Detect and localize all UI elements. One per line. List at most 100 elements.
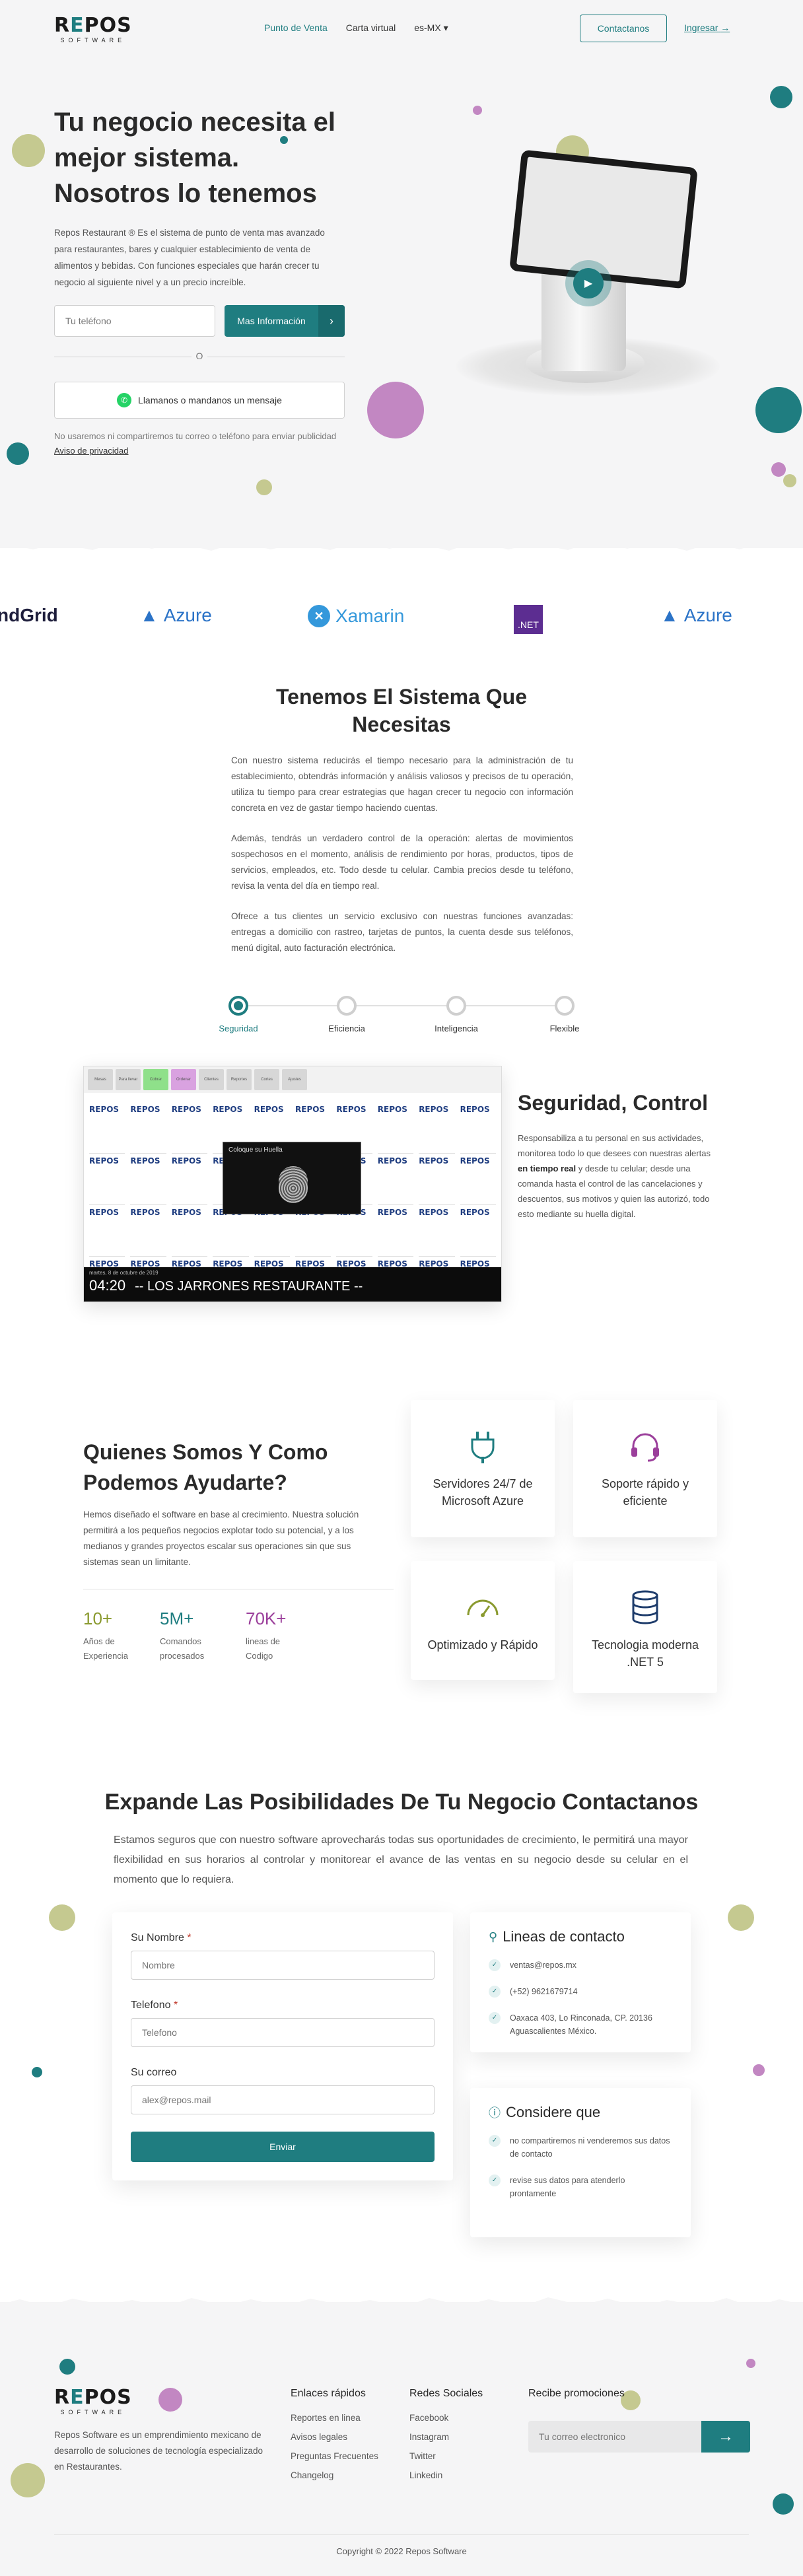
step-label: Seguridad — [219, 1024, 258, 1033]
table-tile: REPOS — [336, 1208, 372, 1257]
email-field[interactable] — [131, 2085, 435, 2114]
feature-card-support: Soporte rápido y eficiente — [573, 1400, 717, 1537]
considere-item-text: no compartiremos ni venderemos sus datos… — [510, 2136, 670, 2159]
contact-email[interactable]: ✓ ventas@repos.mx — [489, 1959, 672, 1972]
decor-dot — [755, 387, 802, 433]
pos-screen-display — [516, 157, 691, 282]
expande-title: Expande Las Posibilidades De Tu Negocio … — [0, 1790, 803, 1815]
card-label: Servidores 24/7 de Microsoft Azure — [433, 1477, 533, 1508]
main-nav: Punto de Venta Carta virtual es-MX ▾ — [264, 22, 448, 34]
check-icon: ✓ — [489, 2175, 501, 2186]
app-toolbar: Mesas Para llevar Cobrar Ordenar Cliente… — [84, 1066, 501, 1093]
chevron-right-icon: › — [318, 305, 345, 337]
footer-logo[interactable]: REPOS SOFTWARE — [54, 2388, 132, 2416]
stat-label-line: procesados — [160, 1651, 205, 1661]
footer-link[interactable]: Twitter — [409, 2451, 483, 2461]
quienes-description: Hemos diseñado el software en base al cr… — [83, 1510, 359, 1567]
control-description: Responsabiliza a tu personal en sus acti… — [518, 1131, 722, 1222]
sistema-paragraph: Ofrece a tus clientes un servicio exclus… — [231, 911, 573, 953]
nav-carta-virtual[interactable]: Carta virtual — [346, 22, 396, 34]
footer-divider — [54, 2534, 749, 2535]
step-eficiencia[interactable]: Eficiencia — [310, 996, 383, 1033]
decor-dot — [59, 2359, 75, 2375]
footer-link[interactable]: Facebook — [409, 2413, 483, 2423]
logo-subtitle: SOFTWARE — [60, 37, 126, 44]
table-tile: REPOS — [171, 1105, 208, 1154]
quienes-title-plain: Quienes Somos Y — [83, 1440, 268, 1464]
tech-logo-datagrid: ndGrid — [0, 605, 58, 626]
step-label: Flexible — [549, 1024, 580, 1033]
control-title-bold: Control — [633, 1091, 708, 1115]
table-tile: REPOS — [130, 1156, 166, 1205]
app-status-bar: martes, 8 de octubre de 2019 04:20 -- LOS… — [84, 1267, 501, 1302]
considere-card: ⓘ Considere que ✓ no compartiremos ni vend… — [470, 2088, 691, 2237]
phone-input[interactable] — [54, 305, 215, 337]
newsletter-email-input[interactable] — [528, 2421, 701, 2453]
required-mark: * — [173, 2000, 178, 2011]
privacy-link[interactable]: Aviso de privacidad — [54, 446, 129, 456]
plug-icon — [463, 1426, 503, 1466]
stat-label-line: Años de — [83, 1636, 115, 1646]
footer-link[interactable]: Preguntas Frecuentes — [291, 2451, 378, 2461]
contact-item-text: ventas@repos.mx — [510, 1961, 576, 1970]
email-label: Su correo — [131, 2067, 177, 2078]
tech-name: Azure — [163, 605, 212, 625]
footer-link[interactable]: Instagram — [409, 2432, 483, 2442]
toolbar-item: Cortes — [254, 1069, 279, 1090]
submit-button[interactable]: Enviar — [131, 2132, 435, 2162]
hero-title-bold: Nosotros lo tenemos — [54, 179, 317, 208]
whatsapp-button[interactable]: ✆ Llamanos o mandanos un mensaje — [54, 382, 345, 419]
nav-punto-de-venta[interactable]: Punto de Venta — [264, 22, 328, 34]
contact-lines-card: ⚲ Lineas de contacto ✓ ventas@repos.mx ✓ (+… — [470, 1912, 691, 2052]
name-label-text: Su Nombre — [131, 1932, 184, 1943]
repos-logo[interactable]: REPOS SOFTWARE — [54, 16, 132, 44]
play-video-button[interactable]: ▶ — [565, 260, 611, 306]
decor-dot — [32, 2067, 42, 2077]
table-tile: REPOS — [171, 1208, 208, 1257]
control-desc-bold: en tiempo real — [518, 1164, 576, 1173]
footer-about: Repos Software es un emprendimiento mexi… — [54, 2430, 263, 2472]
logo-wordmark: REPOS — [54, 14, 132, 37]
decor-dot — [770, 86, 792, 108]
login-link[interactable]: Ingresar → — [684, 22, 730, 33]
name-input[interactable] — [131, 1951, 435, 1980]
newsletter-submit-button[interactable]: → — [701, 2421, 750, 2453]
toolbar-item: Cobrar — [143, 1069, 168, 1090]
arrow-right-icon: → — [720, 22, 730, 33]
footer-promo: Recibe promociones — [528, 2388, 625, 2413]
table-tile: REPOS — [213, 1208, 249, 1257]
chevron-down-icon: ▾ — [443, 22, 448, 33]
table-tile: REPOS — [130, 1105, 166, 1154]
sistema-paragraph: Con nuestro sistema reducirás el tiempo … — [231, 755, 573, 813]
footer-link[interactable]: Linkedin — [409, 2470, 483, 2480]
required-mark: * — [187, 1932, 192, 1943]
card-label: Soporte rápido y eficiente — [601, 1477, 689, 1508]
contact-button[interactable]: Contactanos — [580, 15, 667, 42]
considere-list: ✓ no compartiremos ni venderemos sus dato… — [489, 2134, 672, 2200]
stat-value: 10+ — [83, 1609, 113, 1628]
table-tile: REPOS — [89, 1105, 125, 1154]
hero-title-line2: mejor sistema. — [54, 143, 240, 172]
footer-link[interactable]: Reportes en linea — [291, 2413, 378, 2423]
hero-title: Tu negocio necesita el mejor sistema. No… — [54, 104, 365, 211]
step-inteligencia[interactable]: Inteligencia — [420, 996, 493, 1033]
status-time: 04:20 — [89, 1277, 126, 1294]
step-flexible[interactable]: Flexible — [528, 996, 601, 1033]
step-seguridad[interactable]: Seguridad — [202, 996, 275, 1033]
step-indicator — [228, 996, 248, 1016]
language-selector[interactable]: es-MX ▾ — [414, 22, 448, 34]
decor-dot — [12, 134, 45, 167]
card-label: Tecnologia moderna .NET 5 — [591, 1638, 699, 1669]
check-icon: ✓ — [489, 2135, 501, 2147]
more-info-button[interactable]: Mas Información › — [225, 305, 345, 337]
phone-field[interactable] — [131, 2018, 435, 2047]
database-icon — [625, 1587, 665, 1627]
decor-dot — [367, 382, 424, 438]
toolbar-item: Ajustes — [282, 1069, 307, 1090]
footer-link[interactable]: Changelog — [291, 2470, 378, 2480]
footer-link[interactable]: Avisos legales — [291, 2432, 378, 2442]
hero-title-line1: Tu negocio necesita el — [54, 108, 336, 137]
table-tile: REPOS — [295, 1208, 332, 1257]
contact-phone[interactable]: ✓ (+52) 9621679714 — [489, 1985, 672, 1998]
status-restaurant: -- LOS JARRONES RESTAURANTE -- — [135, 1279, 363, 1294]
